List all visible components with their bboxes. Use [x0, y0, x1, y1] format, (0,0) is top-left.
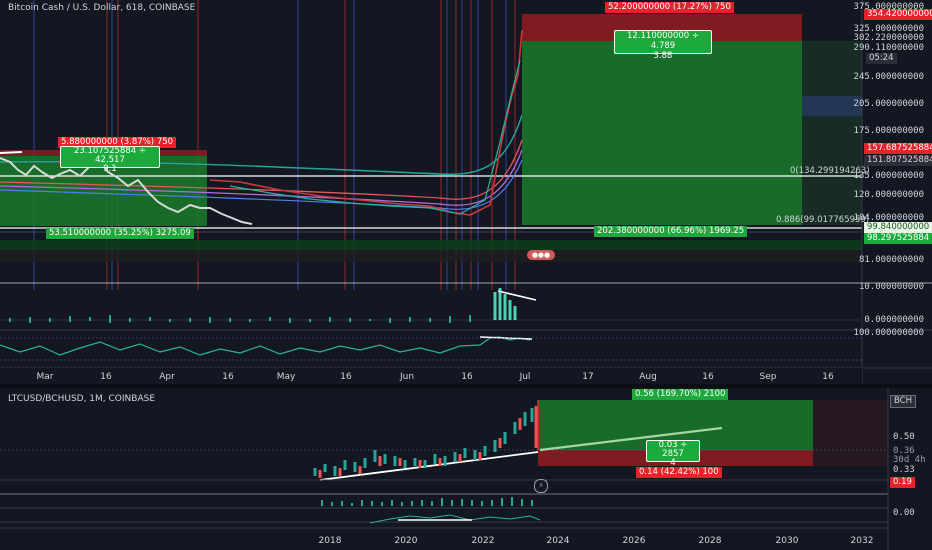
pos1-target-tag[interactable]: 52.200000000 (17.27%) 750 [605, 2, 734, 13]
x-2032: 2032 [850, 536, 874, 546]
alert-icon[interactable]: ●●● [527, 250, 555, 260]
x-apr: Apr [159, 372, 175, 382]
x-16a: 16 [100, 372, 112, 382]
bottom-chart-title: LTCUSD/BCHUSD, 1M, COINBASE [8, 394, 156, 404]
price-label-175: 175.000000000 [853, 126, 924, 136]
x-16f: 16 [822, 372, 834, 382]
x-2026: 2026 [622, 536, 646, 546]
x-16b: 16 [222, 372, 234, 382]
bottom-pos-target-tag[interactable]: 0.56 (169.70%) 2100 [632, 389, 729, 400]
x-2020: 2020 [394, 536, 418, 546]
x-16d: 16 [461, 372, 473, 382]
price-tag-354: 354.420000000 [864, 9, 932, 20]
x-16e: 16 [702, 372, 714, 382]
top-chart-canvas[interactable] [0, 0, 932, 384]
x-may: May [276, 372, 296, 382]
bottom-pos-stop-tag[interactable]: 0.14 (42.42%) 100 [636, 467, 722, 478]
bottom-chart-canvas[interactable] [0, 388, 932, 550]
pos2-rr-label: 23.107525884 ÷ 42.517 [73, 146, 146, 165]
fib-886-label: 0.886(99.017765959) [776, 215, 870, 225]
x-jul: Jul [519, 372, 531, 382]
pos2-rr-value: 9.1 [103, 164, 117, 174]
x-17: 17 [582, 372, 594, 382]
right-position-green [522, 41, 802, 225]
lightning-icon[interactable]: ⚡ [534, 479, 548, 493]
price-tag-98: 98.297525884 [864, 233, 932, 244]
pos1-rr-label: 12.110000000 ÷ 4.789 [626, 31, 699, 51]
price-tag-151: 151.807525884 [864, 155, 932, 166]
x-jun: Jun [399, 372, 415, 382]
x-sep: Sep [759, 372, 777, 382]
bottom-price-30d: 30d 4h [893, 455, 926, 465]
price-label-245: 245.000000000 [853, 72, 924, 82]
pos2-stop-tag[interactable]: 53.510000000 (35.25%) 3275.09 [46, 228, 194, 239]
bottom-price-033: 0.33 [893, 465, 915, 475]
price-label-120: 120.000000000 [853, 190, 924, 200]
pos1-rr-box[interactable]: 12.110000000 ÷ 4.789 3.88 [614, 30, 712, 61]
osc-label-10: 10.000000000 [858, 282, 924, 292]
price-tag-157: 157.687525884 [864, 143, 932, 154]
x-mar: Mar [36, 372, 54, 382]
price-label-81: 81.000000000 [858, 255, 924, 265]
bottom-chart-pane[interactable]: LTCUSD/BCHUSD, 1M, COINBASE ⚡ 0.56 (169.… [0, 388, 932, 550]
price-label-290: 290.110000000 [853, 43, 924, 53]
osc-label-0: 0.000000000 [864, 315, 924, 325]
pos1-rr-value: 3.88 [653, 51, 673, 61]
bottom-price-019: 0.19 [890, 477, 915, 488]
pos2-rr-box[interactable]: 23.107525884 ÷ 42.517 9.1 [60, 146, 160, 174]
fib-0-label: 0(134.299194263) [790, 166, 870, 176]
x-2030: 2030 [775, 536, 799, 546]
price-label-302: 302.220000000 [853, 33, 924, 43]
bottom-price-050: 0.50 [893, 432, 915, 442]
bottom-pos-rr-box[interactable]: 0.03 ÷ 2857 4 [646, 440, 700, 468]
x-2022: 2022 [471, 536, 495, 546]
top-chart-pane[interactable]: Bitcoin Cash / U.S. Dollar, 618, COINBAS… [0, 0, 932, 384]
price-label-205: 205.000000000 [853, 99, 924, 109]
x-2024: 2024 [546, 536, 570, 546]
x-2018: 2018 [318, 536, 342, 546]
osc-label-100: 100.000000000 [853, 328, 924, 338]
symbol-tag[interactable]: BCH [890, 395, 917, 408]
countdown-tag: 05:24 [866, 53, 897, 64]
pos1-stop-tag[interactable]: 202.380000000 (66.96%) 1969.25 [594, 226, 748, 237]
bottom-pos-rr-label: 0.03 ÷ 2857 [658, 440, 688, 459]
x-2028: 2028 [698, 536, 722, 546]
x-aug: Aug [639, 372, 657, 382]
bottom-price-000: 0.00 [893, 508, 915, 518]
x-16c: 16 [340, 372, 352, 382]
price-tag-99: 99.840000000 [864, 222, 932, 233]
top-chart-title: Bitcoin Cash / U.S. Dollar, 618, COINBAS… [8, 3, 196, 13]
